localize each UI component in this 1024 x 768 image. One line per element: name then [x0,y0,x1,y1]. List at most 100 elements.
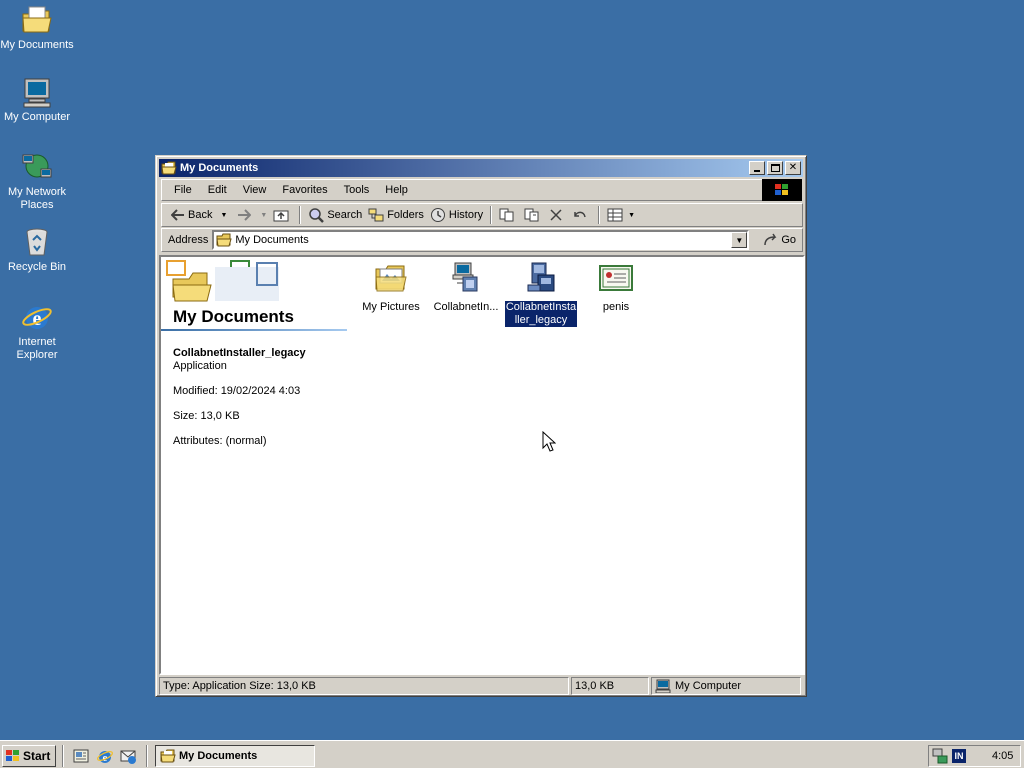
copy-to-button[interactable] [521,205,546,225]
views-button[interactable]: ▼ [604,205,638,225]
desktop-icon-my-computer[interactable]: My Computer [0,76,74,124]
toolbar-separator [299,206,302,224]
status-bar: Type: Application Size: 13,0 KB 13,0 KB … [159,677,805,695]
start-label: Start [23,749,51,763]
address-dropdown-button[interactable]: ▼ [731,232,748,248]
status-info-text: Type: Application Size: 13,0 KB [163,680,316,692]
views-dropdown-icon[interactable]: ▼ [628,212,635,219]
network-tray-icon[interactable] [932,748,948,764]
folder-icon [160,749,176,763]
status-size-text: 13,0 KB [575,680,615,692]
sidebar-title: My Documents [173,307,294,326]
desktop-icon-label: My Network Places [7,186,67,211]
menu-tools[interactable]: Tools [336,184,378,196]
views-icon [607,208,623,222]
address-value: My Documents [235,234,309,246]
desktop-icon-label: My Computer [3,111,71,123]
system-tray: IN 4:05 [928,745,1021,767]
search-label: Search [327,209,363,221]
back-label: Back [188,209,213,221]
back-button[interactable]: Back ▼ [168,205,230,225]
desktop-icon-label: Recycle Bin [7,261,67,273]
selected-file-modified: Modified: 19/02/2024 4:03 [173,385,301,397]
title-bar[interactable]: My Documents ✕ [159,159,803,177]
pictures-folder-icon [374,261,408,295]
forward-dropdown-icon[interactable]: ▼ [260,212,267,219]
back-dropdown-icon[interactable]: ▼ [220,212,227,219]
minimize-button[interactable] [749,161,765,175]
forward-arrow-icon [238,209,252,221]
file-item-penis[interactable]: penis [578,261,654,314]
file-label: penis [602,301,630,313]
clock[interactable]: 4:05 [992,750,1013,762]
outlook-express-icon[interactable] [119,747,137,765]
history-button[interactable]: History [427,205,486,225]
desktop-icon-my-documents[interactable]: My Documents [0,4,74,52]
language-indicator[interactable]: IN [952,749,966,763]
toolbar-separator [598,206,601,224]
menu-bar: File Edit View Favorites Tools Help [161,179,763,201]
desktop-icon-my-network-places[interactable]: My Network Places [0,151,74,212]
status-zone: My Computer [651,677,801,695]
window-title: My Documents [180,162,259,174]
computer-icon [655,679,671,693]
selected-file-attributes: Attributes: (normal) [173,435,267,447]
selected-file-size: Size: 13,0 KB [173,410,240,422]
desktop-icon-recycle-bin[interactable]: Recycle Bin [0,226,74,274]
internet-explorer-icon[interactable]: e [96,747,114,765]
menu-edit[interactable]: Edit [200,184,235,196]
file-label: CollabnetIn... [433,301,499,313]
search-icon [309,208,325,223]
close-button[interactable]: ✕ [785,161,801,175]
forward-button[interactable]: ▼ [234,205,270,225]
undo-button[interactable] [569,205,594,225]
delete-icon [550,209,562,221]
maximize-icon [770,164,780,172]
show-desktop-icon[interactable] [72,747,90,765]
menu-view[interactable]: View [235,184,275,196]
desktop-icon-label: Internet Explorer [16,336,58,361]
installer-app-icon [449,261,483,295]
menu-file[interactable]: File [166,184,200,196]
search-button[interactable]: Search [305,205,365,225]
selected-file-type: Application [173,360,227,372]
history-icon [430,208,445,222]
chevron-down-icon: ▼ [735,235,744,245]
computer-icon [21,76,53,108]
file-item-my-pictures[interactable]: My Pictures [353,261,429,314]
move-to-button[interactable] [496,205,521,225]
taskbar-button-my-documents[interactable]: My Documents [155,745,315,767]
network-icon [21,151,53,183]
folders-icon [368,208,384,222]
undo-icon [574,211,586,218]
address-label: Address [168,234,209,246]
file-item-collabnet-installer[interactable]: CollabnetIn... [428,261,504,314]
delete-button[interactable] [546,205,569,225]
up-folder-button[interactable] [270,205,295,225]
status-size: 13,0 KB [571,677,649,695]
go-button[interactable]: Go [763,233,796,247]
folder-content[interactable]: My Documents CollabnetInstaller_legacy A… [159,255,805,675]
folder-icon [216,233,233,247]
minimize-icon [754,170,760,172]
task-label: My Documents [179,750,258,762]
menu-favorites[interactable]: Favorites [274,184,335,196]
address-field[interactable]: My Documents ▼ [212,230,750,250]
toolbar-separator [490,206,493,224]
menu-help[interactable]: Help [377,184,416,196]
address-bar: Address My Documents ▼ Go [161,228,803,252]
file-item-collabnet-installer-legacy[interactable]: CollabnetInsta ller_legacy [503,261,579,327]
certificate-icon [599,261,633,295]
installer-app-icon [524,261,558,295]
start-button[interactable]: Start [2,745,56,767]
desktop-icon-label: My Documents [0,39,74,51]
taskbar-separator [146,745,148,767]
folder-icon [161,161,177,175]
go-arrow-icon [764,233,777,246]
internet-explorer-icon: e [21,301,53,333]
maximize-button[interactable] [767,161,783,175]
folders-button[interactable]: Folders [365,205,427,225]
standard-toolbar: Back ▼ ▼ Search Folders History ▼ [161,203,803,227]
go-label: Go [781,234,797,246]
desktop-icon-internet-explorer[interactable]: e Internet Explorer [0,301,74,362]
